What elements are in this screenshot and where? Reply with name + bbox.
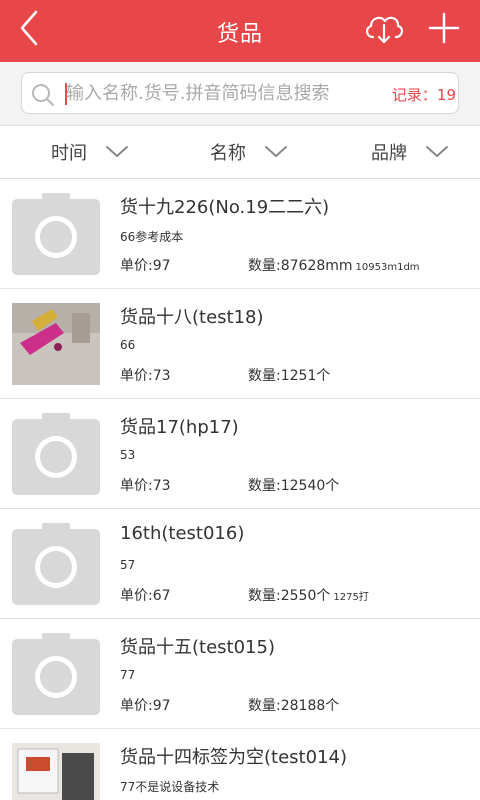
item-price: 单价:73 bbox=[120, 368, 171, 384]
item-quantity-main: 数量:28188个 bbox=[248, 698, 340, 714]
item-price: 单价:67 bbox=[120, 588, 171, 604]
item-name: 货品十四标签为空(test014) bbox=[120, 747, 347, 768]
item-note: 66 bbox=[120, 338, 136, 352]
top-bar: 货品 bbox=[0, 0, 480, 62]
list-item[interactable]: 货品17(hp17) 53 单价:73 数量:12540个 bbox=[0, 399, 480, 509]
filter-name[interactable]: 名称 bbox=[210, 126, 288, 178]
page-title: 货品 bbox=[216, 22, 263, 47]
item-price: 单价:97 bbox=[120, 698, 171, 714]
item-note: 66参考成本 bbox=[120, 230, 184, 244]
list-item[interactable]: 货品十五(test015) 77 单价:97 数量:28188个 bbox=[0, 619, 480, 729]
product-list: 货十九226(No.19二二六) 66参考成本 单价:97 数量:87628mm… bbox=[0, 179, 480, 800]
record-count: 记录：19 bbox=[391, 86, 456, 104]
filter-time[interactable]: 时间 bbox=[51, 126, 129, 178]
item-note: 77 bbox=[120, 668, 136, 682]
list-item[interactable]: 货品十八(test18) 66 单价:73 数量:1251个 bbox=[0, 289, 480, 399]
item-name: 16th(test016) bbox=[120, 523, 245, 544]
item-quantity-sub: 1275打 bbox=[333, 592, 369, 603]
item-name: 货品17(hp17) bbox=[120, 417, 239, 438]
search-box[interactable]: 记录：19 bbox=[21, 72, 459, 114]
product-photo bbox=[12, 743, 100, 800]
camera-placeholder-icon bbox=[12, 633, 100, 715]
item-note: 77不是说设备技术 bbox=[120, 780, 220, 794]
camera-placeholder-icon bbox=[12, 413, 100, 495]
list-item[interactable]: 16th(test016) 57 单价:67 数量:2550个 1275打 bbox=[0, 509, 480, 619]
search-input[interactable] bbox=[66, 77, 376, 109]
item-quantity-main: 数量:12540个 bbox=[248, 478, 340, 494]
filter-brand-label: 品牌 bbox=[371, 143, 407, 164]
chevron-down-icon bbox=[265, 146, 287, 157]
item-quantity-main: 数量:87628mm bbox=[248, 258, 353, 274]
chevron-down-icon bbox=[106, 146, 128, 157]
item-quantity: 数量:28188个 bbox=[248, 695, 342, 715]
item-quantity-main: 数量:1251个 bbox=[248, 368, 331, 384]
item-quantity: 数量:2550个 1275打 bbox=[248, 585, 369, 605]
camera-placeholder-icon bbox=[12, 523, 100, 605]
filter-brand[interactable]: 品牌 bbox=[371, 126, 449, 178]
filter-bar: 时间 名称 品牌 bbox=[0, 126, 480, 179]
item-price: 单价:73 bbox=[120, 478, 171, 494]
item-quantity-main: 数量:2550个 bbox=[248, 588, 331, 604]
item-note: 53 bbox=[120, 448, 136, 462]
list-item[interactable]: 货品十四标签为空(test014) 77不是说设备技术 bbox=[0, 729, 480, 800]
item-name: 货品十八(test18) bbox=[120, 307, 264, 328]
item-quantity: 数量:87628mm 10953m1dm bbox=[248, 255, 420, 275]
item-quantity-sub: 10953m1dm bbox=[355, 262, 420, 273]
item-price: 单价:97 bbox=[120, 258, 171, 274]
list-item[interactable]: 货十九226(No.19二二六) 66参考成本 单价:97 数量:87628mm… bbox=[0, 179, 480, 289]
plus-icon[interactable] bbox=[424, 8, 464, 48]
search-icon bbox=[32, 84, 54, 106]
item-quantity: 数量:12540个 bbox=[248, 475, 342, 495]
item-note: 57 bbox=[120, 558, 136, 572]
item-name: 货品十五(test015) bbox=[120, 637, 275, 658]
camera-placeholder-icon bbox=[12, 193, 100, 275]
item-name: 货十九226(No.19二二六) bbox=[120, 197, 330, 218]
chevron-down-icon bbox=[426, 146, 448, 157]
product-photo bbox=[12, 303, 100, 385]
cloud-download-icon[interactable] bbox=[362, 8, 406, 48]
filter-time-label: 时间 bbox=[51, 143, 87, 164]
filter-name-label: 名称 bbox=[210, 143, 246, 164]
search-bar: 记录：19 bbox=[0, 62, 480, 126]
item-quantity: 数量:1251个 bbox=[248, 365, 333, 385]
